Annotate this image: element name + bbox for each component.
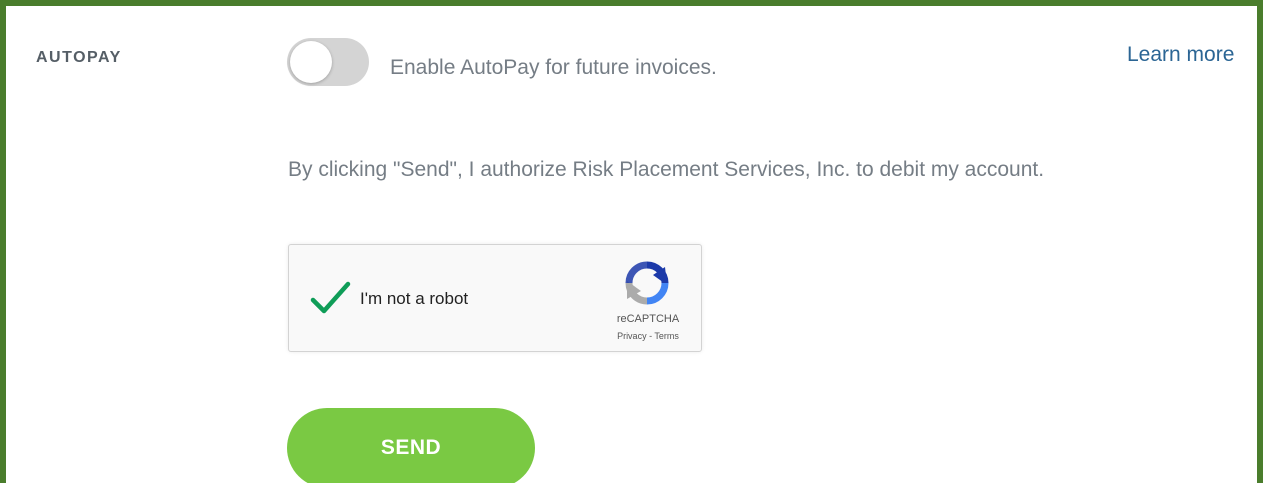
authorization-text: By clicking "Send", I authorize Risk Pla… [288, 158, 1045, 181]
autopay-toggle-text: Enable AutoPay for future invoices. [390, 56, 717, 79]
checkmark-icon [310, 281, 351, 314]
learn-more-link[interactable]: Learn more [1127, 43, 1234, 67]
recaptcha-widget: I'm not a robot reCAPTCHA Privacy - Term… [288, 244, 702, 352]
recaptcha-terms-link[interactable]: Terms [654, 331, 679, 341]
autopay-toggle-knob [290, 41, 332, 83]
recaptcha-links: Privacy - Terms [601, 331, 695, 341]
recaptcha-label: I'm not a robot [360, 289, 469, 308]
autopay-toggle[interactable] [287, 38, 369, 86]
send-button[interactable]: SEND [287, 408, 535, 483]
recaptcha-logo-icon [625, 261, 669, 305]
recaptcha-privacy-link[interactable]: Privacy [617, 331, 647, 341]
recaptcha-checkbox[interactable] [309, 279, 353, 319]
autopay-form-panel: AUTOPAY Enable AutoPay for future invoic… [0, 0, 1263, 483]
recaptcha-brand: reCAPTCHA [616, 313, 680, 325]
autopay-section-label: AUTOPAY [36, 49, 122, 66]
